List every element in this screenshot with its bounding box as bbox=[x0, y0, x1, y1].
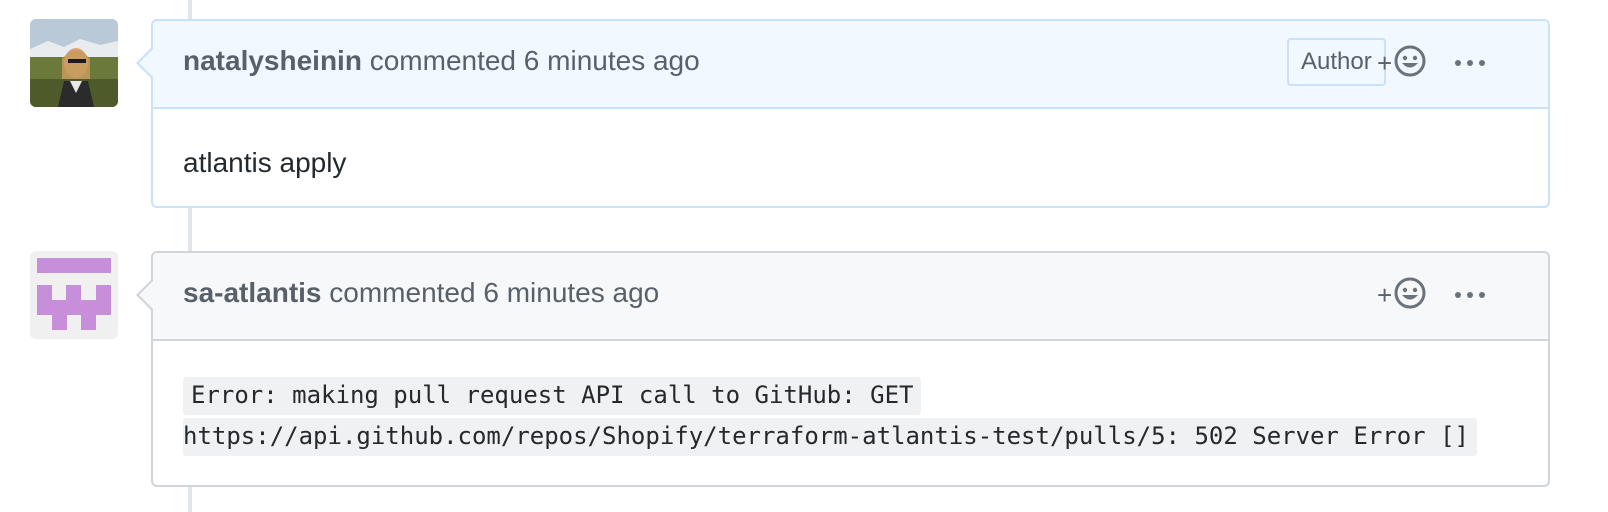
avatar[interactable] bbox=[30, 251, 118, 339]
avatar[interactable] bbox=[30, 19, 118, 107]
smiley-icon bbox=[1394, 277, 1426, 314]
code-text: Error: making pull request API call to G… bbox=[183, 377, 922, 415]
code-text: https://api.github.com/repos/Shopify/ter… bbox=[183, 418, 1477, 456]
comment-box: sa-atlantis commented 6 minutes ago + Er… bbox=[136, 251, 1550, 487]
kebab-dot bbox=[1467, 292, 1473, 298]
plus-icon: + bbox=[1377, 279, 1393, 310]
comment-header-text: natalysheinin commented 6 minutes ago bbox=[183, 45, 700, 77]
comment-header-text: sa-atlantis commented 6 minutes ago bbox=[183, 277, 659, 309]
kebab-dot bbox=[1479, 60, 1485, 66]
comment-menu-button[interactable] bbox=[1455, 53, 1485, 73]
code-line: https://api.github.com/repos/Shopify/ter… bbox=[183, 416, 1518, 457]
comment-menu-button[interactable] bbox=[1455, 285, 1485, 305]
comment-body: atlantis apply bbox=[183, 147, 347, 178]
add-reaction-button[interactable]: + bbox=[1377, 45, 1433, 81]
comment-action: commented bbox=[329, 277, 476, 308]
comment-header: sa-atlantis commented 6 minutes ago + bbox=[153, 253, 1548, 341]
kebab-horizontal-icon bbox=[1455, 292, 1461, 298]
comment-body: Error: making pull request API call to G… bbox=[153, 341, 1548, 483]
author-link[interactable]: natalysheinin bbox=[183, 45, 362, 76]
comment-action: commented bbox=[369, 45, 517, 76]
kebab-dot bbox=[1479, 292, 1485, 298]
smiley-icon bbox=[1394, 45, 1426, 82]
comment-header: natalysheinin commented 6 minutes ago Au… bbox=[153, 21, 1548, 109]
author-badge: Author bbox=[1287, 38, 1386, 86]
add-reaction-button[interactable]: + bbox=[1377, 277, 1433, 313]
kebab-horizontal-icon bbox=[1455, 60, 1461, 66]
code-line: Error: making pull request API call to G… bbox=[183, 375, 1518, 416]
plus-icon: + bbox=[1377, 47, 1393, 78]
author-link[interactable]: sa-atlantis bbox=[183, 277, 322, 308]
comment-timestamp[interactable]: 6 minutes ago bbox=[524, 45, 700, 76]
comment-box: natalysheinin commented 6 minutes ago Au… bbox=[136, 19, 1550, 208]
comment-timestamp[interactable]: 6 minutes ago bbox=[483, 277, 659, 308]
kebab-dot bbox=[1467, 60, 1473, 66]
